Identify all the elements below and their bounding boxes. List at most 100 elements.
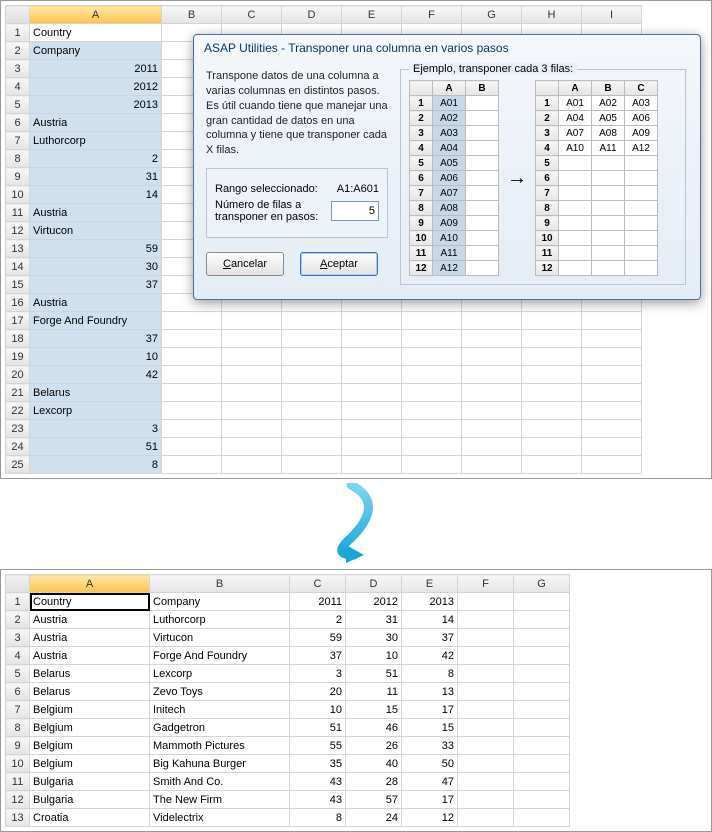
cell[interactable]: Mammoth Pictures [150,737,290,755]
steps-input[interactable] [331,201,379,221]
cell[interactable] [162,456,222,474]
cell[interactable]: Country [30,24,162,42]
cell[interactable]: Luthorcorp [30,132,162,150]
cell[interactable] [402,420,462,438]
col-header[interactable]: E [402,575,458,593]
cell[interactable]: 15 [402,719,458,737]
row-header[interactable]: 13 [6,240,30,258]
cell[interactable] [222,330,282,348]
cell[interactable]: 51 [30,438,162,456]
cell[interactable] [582,402,642,420]
cell[interactable] [342,384,402,402]
cell[interactable]: 14 [402,611,458,629]
cell[interactable] [402,312,462,330]
cell[interactable] [342,348,402,366]
cell[interactable]: 55 [290,737,346,755]
cell[interactable] [342,366,402,384]
cell[interactable]: 37 [290,647,346,665]
cell[interactable] [222,402,282,420]
cell[interactable]: 59 [290,629,346,647]
cell[interactable]: 2012 [30,78,162,96]
cell[interactable]: 2011 [290,593,346,611]
cell[interactable] [458,683,514,701]
cell[interactable]: Belgium [30,719,150,737]
cell[interactable]: Gadgetron [150,719,290,737]
cell[interactable] [402,438,462,456]
cell[interactable] [342,402,402,420]
cell[interactable] [522,330,582,348]
cell[interactable] [462,456,522,474]
cell[interactable]: 2013 [30,96,162,114]
cell[interactable] [514,701,570,719]
cell[interactable]: Big Kahuna Burger [150,755,290,773]
row-header[interactable]: 7 [6,132,30,150]
col-header[interactable]: A [30,6,162,24]
row-header[interactable]: 4 [6,647,30,665]
row-header[interactable]: 2 [6,611,30,629]
cell[interactable]: 8 [30,456,162,474]
cell[interactable]: Smith And Co. [150,773,290,791]
cell[interactable] [458,629,514,647]
row-header[interactable]: 17 [6,312,30,330]
cell[interactable]: Forge And Foundry [150,647,290,665]
cell[interactable] [514,773,570,791]
col-header[interactable]: G [462,6,522,24]
cell[interactable] [582,330,642,348]
cell[interactable]: 2013 [402,593,458,611]
col-header[interactable]: E [342,6,402,24]
cell[interactable] [458,593,514,611]
cell[interactable]: 30 [30,258,162,276]
cell[interactable]: Virtucon [30,222,162,240]
cell[interactable]: 8 [402,665,458,683]
cell[interactable] [222,312,282,330]
col-header[interactable]: C [222,6,282,24]
cell[interactable] [402,456,462,474]
row-header[interactable]: 1 [6,593,30,611]
cell[interactable] [162,384,222,402]
cell[interactable]: Belarus [30,384,162,402]
row-header[interactable]: 9 [6,737,30,755]
row-header[interactable]: 15 [6,276,30,294]
cell[interactable]: 10 [30,348,162,366]
cell[interactable]: 37 [402,629,458,647]
row-header[interactable]: 24 [6,438,30,456]
cell[interactable]: Austria [30,629,150,647]
col-header[interactable]: I [582,6,642,24]
cell[interactable]: Country [30,593,150,611]
cell[interactable] [342,456,402,474]
cell[interactable] [402,330,462,348]
cell[interactable] [282,312,342,330]
cell[interactable] [462,402,522,420]
cell[interactable] [458,719,514,737]
cell[interactable] [282,438,342,456]
cell[interactable] [458,737,514,755]
col-header[interactable]: G [514,575,570,593]
cell[interactable]: 20 [290,683,346,701]
cell[interactable] [522,456,582,474]
col-header[interactable]: D [346,575,402,593]
cell[interactable]: Austria [30,114,162,132]
row-header[interactable]: 23 [6,420,30,438]
cell[interactable] [582,420,642,438]
cell[interactable]: Austria [30,294,162,312]
cell[interactable]: 10 [346,647,402,665]
cell[interactable] [342,438,402,456]
cell[interactable] [462,330,522,348]
row-header[interactable]: 12 [6,222,30,240]
cell[interactable]: 26 [346,737,402,755]
cell[interactable] [522,438,582,456]
cell[interactable]: 10 [290,701,346,719]
cell[interactable] [462,366,522,384]
cell[interactable] [402,402,462,420]
row-header[interactable]: 6 [6,114,30,132]
row-header[interactable]: 14 [6,258,30,276]
accept-button[interactable]: Aceptar [300,252,378,276]
cell[interactable]: 14 [30,186,162,204]
cell[interactable]: 11 [346,683,402,701]
cell[interactable]: 30 [346,629,402,647]
cell[interactable] [282,402,342,420]
cell[interactable] [514,647,570,665]
cell[interactable]: Company [30,42,162,60]
cell[interactable] [282,348,342,366]
cell[interactable]: 2012 [346,593,402,611]
